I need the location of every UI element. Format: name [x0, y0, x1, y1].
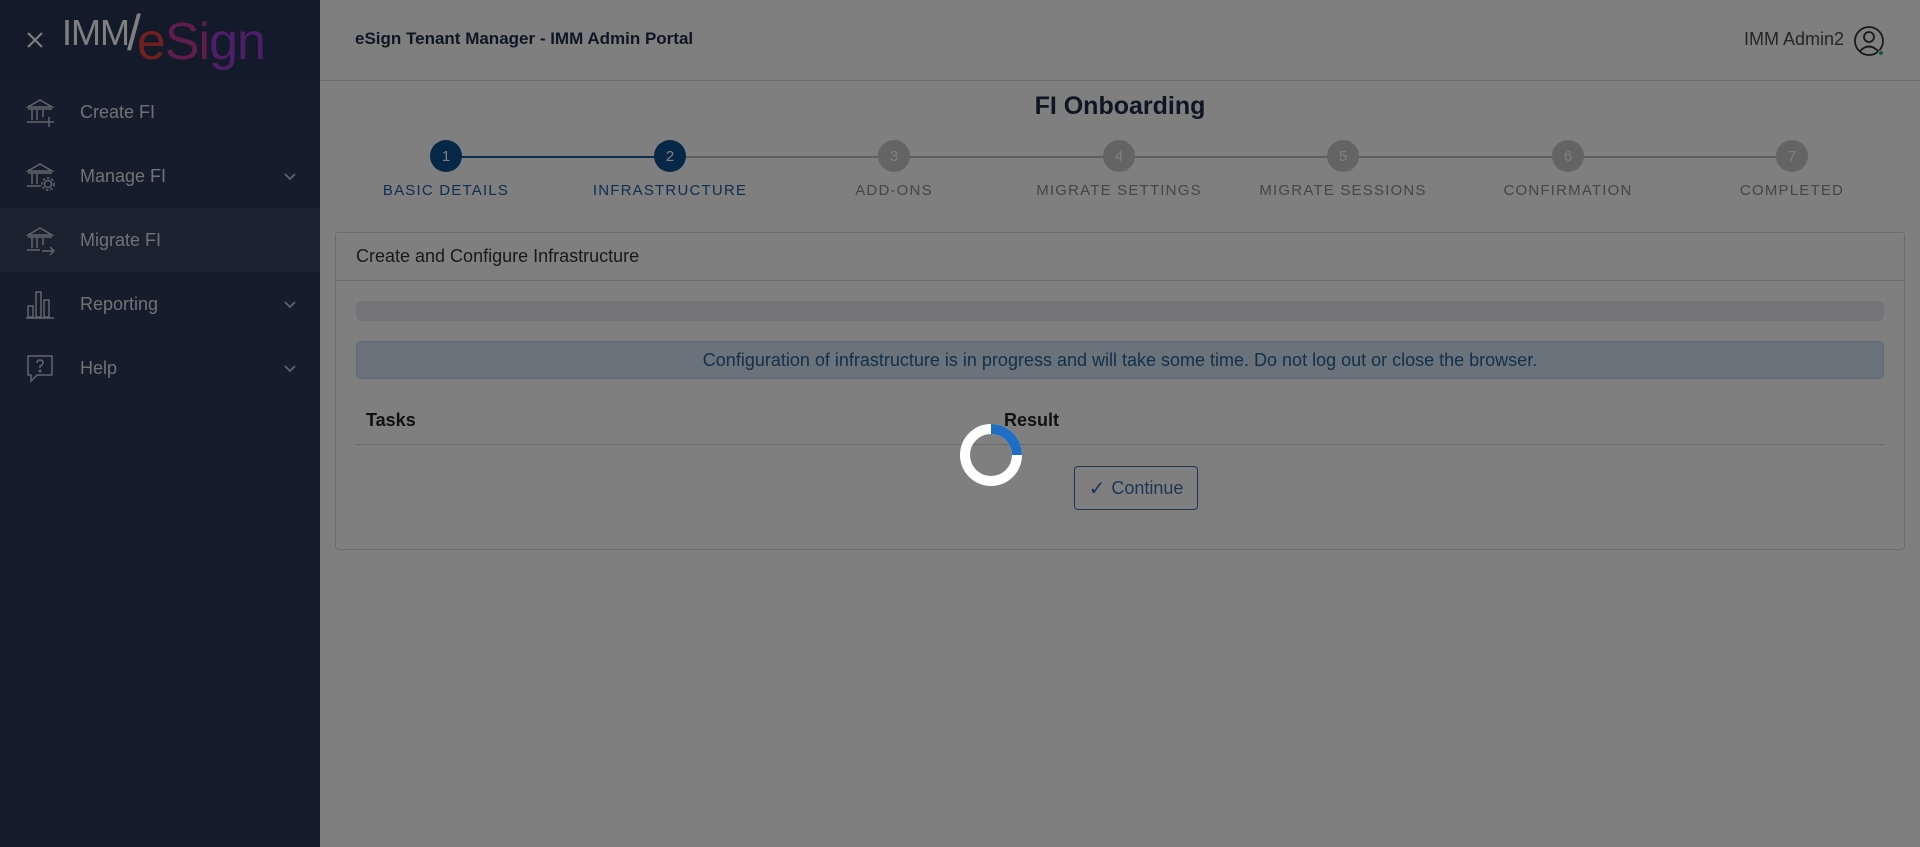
loading-spinner-icon [960, 424, 1022, 486]
